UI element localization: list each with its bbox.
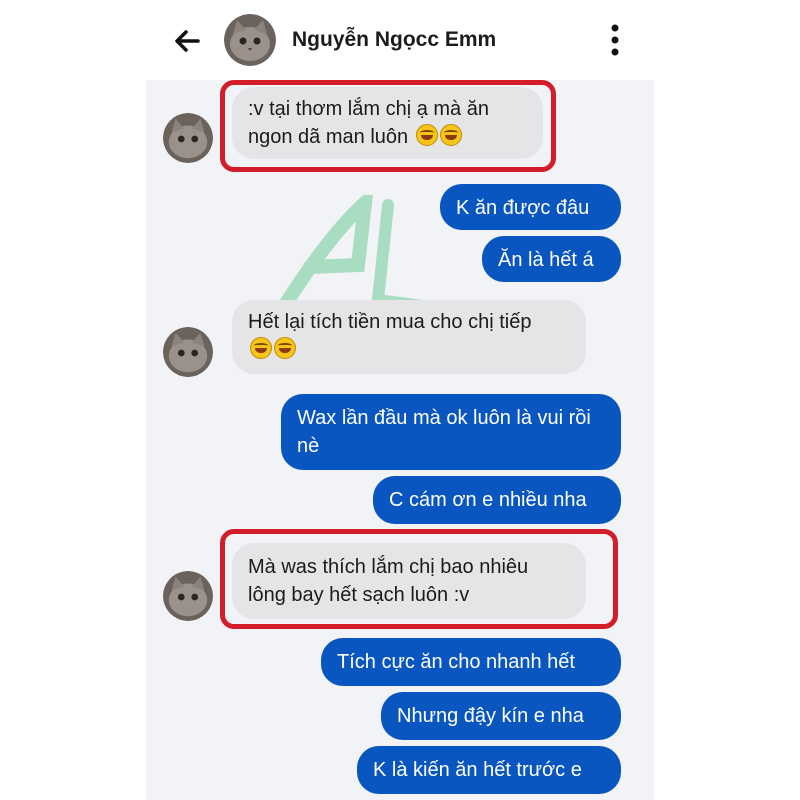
- message-outgoing[interactable]: C cám ơn e nhiều nha: [373, 476, 621, 524]
- message-outgoing[interactable]: Ăn là hết á: [482, 236, 621, 282]
- highlight-box: [220, 80, 556, 172]
- message-outgoing[interactable]: Nhưng đậy kín e nha: [381, 692, 621, 740]
- sender-avatar: [163, 327, 213, 377]
- message-outgoing[interactable]: K ăn được đâu: [440, 184, 621, 230]
- contact-avatar[interactable]: [224, 14, 276, 66]
- message-text: Hết lại tích tiền mua cho chị tiếp: [248, 311, 532, 333]
- message-incoming[interactable]: Hết lại tích tiền mua cho chị tiếp: [232, 300, 586, 374]
- message-outgoing[interactable]: Wax lần đầu mà ok luôn là vui rồi nè: [281, 394, 621, 470]
- rofl-emoji-icon: [250, 337, 272, 359]
- rofl-emoji-icon: [274, 337, 296, 359]
- highlight-box: [220, 529, 618, 629]
- message-outgoing[interactable]: Tích cực ăn cho nhanh hết: [321, 638, 621, 686]
- message-outgoing[interactable]: K là kiến ăn hết trước e: [357, 746, 621, 794]
- more-vertical-icon[interactable]: [600, 22, 630, 58]
- sender-avatar: [163, 571, 213, 621]
- sender-avatar: [163, 113, 213, 163]
- arrow-left-icon[interactable]: [170, 24, 204, 58]
- contact-name[interactable]: Nguyễn Ngọcc Emm: [292, 28, 496, 52]
